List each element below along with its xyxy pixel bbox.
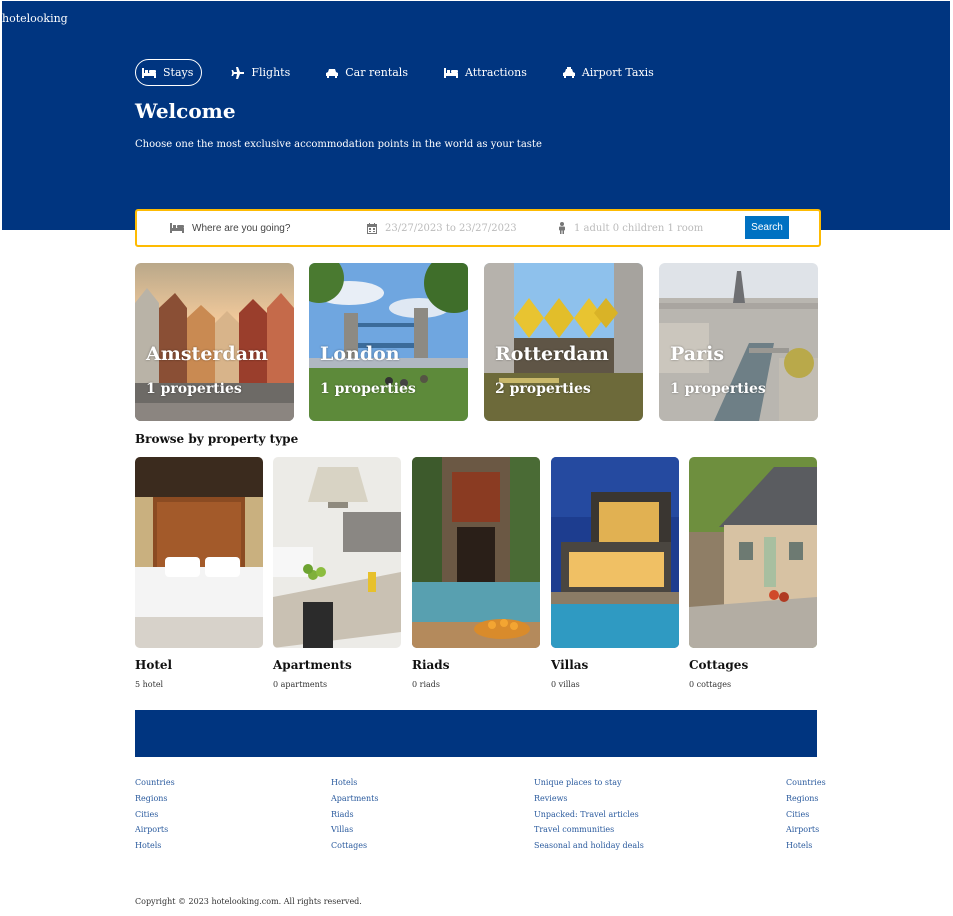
city-properties: 1 properties	[670, 381, 766, 397]
property-type-count: 0 cottages	[689, 680, 732, 689]
page-subtitle: Choose one the most exclusive accommodat…	[135, 139, 542, 150]
footer-link[interactable]: Villas	[331, 824, 379, 840]
nav-label: Airport Taxis	[581, 66, 654, 79]
property-type-count: 0 riads	[412, 680, 441, 689]
destination-field[interactable]	[170, 211, 342, 245]
city-photo	[309, 263, 468, 421]
footer-link[interactable]: Airports	[786, 824, 826, 840]
guests-field[interactable]: 1 adult 0 children 1 room	[558, 211, 703, 245]
footer-link[interactable]: Regions	[786, 793, 826, 809]
property-type-name: Riads	[412, 658, 450, 672]
person-icon	[559, 222, 565, 234]
property-type-name: Apartments	[273, 658, 352, 672]
footer-link[interactable]: Countries	[786, 777, 826, 793]
nav-attractions[interactable]: Attractions	[437, 59, 534, 86]
nav-label: Attractions	[464, 66, 527, 79]
city-card-london[interactable]: London 1 properties	[309, 263, 468, 421]
section-title: Browse by property type	[135, 432, 299, 446]
search-bar: 23/27/2023 to 23/27/2023 1 adult 0 child…	[135, 209, 821, 247]
destination-input[interactable]	[192, 222, 342, 234]
nav-label: Flights	[251, 66, 291, 79]
newsletter-band	[135, 710, 817, 757]
city-name: London	[320, 343, 400, 365]
footer-link[interactable]: Unique places to stay	[534, 777, 644, 793]
footer-link[interactable]: Hotels	[786, 840, 826, 856]
property-type-image	[551, 457, 679, 648]
nav-label: Stays	[163, 66, 194, 79]
page-title: Welcome	[135, 99, 236, 123]
footer-link[interactable]: Cottages	[331, 840, 379, 856]
footer-column: Unique places to stay Reviews Unpacked: …	[534, 777, 644, 856]
footer-link[interactable]: Cities	[786, 809, 826, 825]
property-type-name: Cottages	[689, 658, 749, 672]
guests-text: 1 adult 0 children 1 room	[574, 222, 704, 234]
nav-stays[interactable]: Stays	[135, 59, 203, 86]
city-name: Paris	[670, 343, 725, 365]
date-range-text: 23/27/2023 to 23/27/2023	[385, 222, 517, 234]
property-types: Hotel 5 hotel Apartments 0 apartments Ri…	[135, 457, 818, 697]
car-icon	[326, 68, 339, 78]
property-type-image	[412, 457, 540, 648]
main-nav: Stays Flights Car rentals Attractions Ai…	[135, 59, 683, 86]
footer-link[interactable]: Riads	[331, 809, 379, 825]
property-type-count: 0 apartments	[273, 680, 328, 689]
search-button[interactable]: Search	[745, 216, 789, 239]
property-type-apartments[interactable]: Apartments 0 apartments	[273, 457, 401, 689]
property-type-riads[interactable]: Riads 0 riads	[412, 457, 540, 689]
property-type-image	[135, 457, 263, 648]
footer-link[interactable]: Countries	[135, 777, 175, 793]
footer-column: Countries Regions Cities Airports Hotels	[786, 777, 826, 856]
nav-flights[interactable]: Flights	[224, 59, 297, 86]
property-type-name: Villas	[551, 658, 589, 672]
city-properties: 1 properties	[320, 381, 416, 397]
copyright: Copyright © 2023 hotelooking.com. All ri…	[135, 897, 362, 906]
property-type-hotel[interactable]: Hotel 5 hotel	[135, 457, 263, 689]
plane-icon	[231, 66, 245, 79]
bed-icon	[170, 223, 184, 233]
footer-link[interactable]: Airports	[135, 824, 175, 840]
footer-column: Hotels Apartments Riads Villas Cottages	[331, 777, 379, 856]
nav-label: Car rentals	[345, 66, 408, 79]
footer-link[interactable]: Apartments	[331, 793, 379, 809]
footer-link[interactable]: Travel communities	[534, 824, 644, 840]
calendar-icon	[367, 222, 377, 234]
property-type-cottages[interactable]: Cottages 0 cottages	[689, 457, 817, 689]
footer-link[interactable]: Reviews	[534, 793, 644, 809]
taxi-icon	[562, 67, 575, 78]
date-field[interactable]: 23/27/2023 to 23/27/2023	[367, 211, 517, 245]
footer-link[interactable]: Regions	[135, 793, 175, 809]
city-card-paris[interactable]: Paris 1 properties	[659, 263, 818, 421]
footer-link[interactable]: Seasonal and holiday deals	[534, 840, 644, 856]
footer-link[interactable]: Hotels	[135, 840, 175, 856]
city-name: Rotterdam	[495, 343, 609, 365]
city-photo	[484, 263, 643, 421]
nav-airport-taxis[interactable]: Airport Taxis	[556, 59, 661, 86]
property-type-count: 5 hotel	[135, 680, 164, 689]
city-photo	[659, 263, 818, 421]
city-card-rotterdam[interactable]: Rotterdam 2 properties	[484, 263, 643, 421]
property-type-image	[273, 457, 401, 648]
featured-cities: Amsterdam 1 properties London 1 properti…	[135, 263, 818, 421]
city-card-amsterdam[interactable]: Amsterdam 1 properties	[135, 263, 294, 421]
footer-link[interactable]: Unpacked: Travel articles	[534, 809, 644, 825]
property-type-name: Hotel	[135, 658, 173, 672]
footer-column: Countries Regions Cities Airports Hotels	[135, 777, 175, 856]
property-type-image	[689, 457, 817, 648]
city-name: Amsterdam	[146, 343, 269, 365]
city-properties: 2 properties	[495, 381, 591, 397]
logo[interactable]: hotelooking	[2, 12, 68, 25]
city-properties: 1 properties	[146, 381, 242, 397]
property-type-count: 0 villas	[551, 680, 580, 689]
bed-icon	[443, 67, 458, 78]
property-type-villas[interactable]: Villas 0 villas	[551, 457, 679, 689]
nav-car-rentals[interactable]: Car rentals	[319, 59, 415, 86]
bed-icon	[142, 67, 156, 78]
header: hotelooking Stays Flights Car rentals At…	[2, 1, 950, 230]
footer-link[interactable]: Cities	[135, 809, 175, 825]
footer-link[interactable]: Hotels	[331, 777, 379, 793]
city-photo	[135, 263, 294, 421]
